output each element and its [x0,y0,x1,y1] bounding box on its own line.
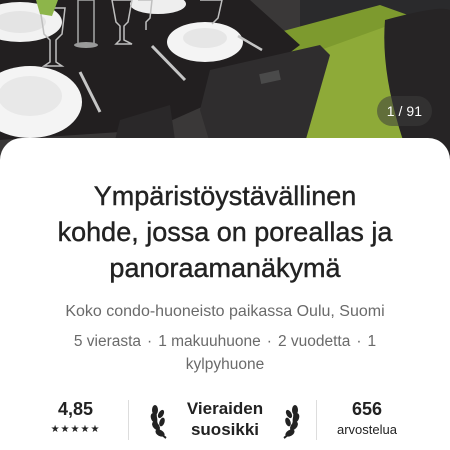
separator-dot: · [356,333,362,350]
guests-count: 5 vierasta [73,333,142,350]
listing-subtitle: Koko condo-huoneisto paikassa Oulu, Suom… [65,303,385,320]
listing-photo[interactable]: 1 / 91 [0,0,450,160]
title-line-2: kohde, jossa on poreallas ja [57,217,393,247]
laurel-left-icon [150,405,167,439]
photo-image [0,0,450,160]
counter-separator: / [398,103,403,119]
photo-counter: 1 / 91 [376,96,432,126]
reviews-stat[interactable]: 656 arvostelua [322,398,412,444]
star-rating-icon: ★★★★★ [50,424,101,435]
listing-title: Ympäristöystävällinen kohde, jossa on po… [0,178,450,286]
rating-value: 4,85 [57,399,94,419]
separator-dot: · [266,333,272,350]
listing-capacity: 5 vierasta · 1 makuuhuone · 2 vuodetta · 1 kyl… [40,330,410,376]
counter-total: 91 [406,103,422,119]
separator-dot: · [147,333,153,350]
title-line-3: panoraamanäkymä [109,253,341,283]
reviews-label: arvostelua [337,422,397,437]
guest-favorite-label: Vieraiden suosikki [176,398,274,440]
listing-stats: 4,85 ★★★★★ Vieraiden suosikki 656 arvost… [0,398,450,444]
counter-current: 1 [386,103,395,119]
bedrooms-count: 1 makuuhuone [158,333,261,350]
laurel-right-icon [283,405,300,439]
reviews-count: 656 [351,399,383,419]
title-line-1: Ympäristöystävällinen [93,181,357,211]
rating-stat[interactable]: 4,85 ★★★★★ [28,398,123,444]
beds-count: 2 vuodetta [277,333,351,350]
favorite-line-1: Vieraiden [186,399,264,418]
guest-favorite-badge[interactable]: Vieraiden suosikki [140,398,310,444]
favorite-line-2: suosikki [190,420,260,439]
stat-divider [316,400,317,440]
stat-divider [128,400,129,440]
